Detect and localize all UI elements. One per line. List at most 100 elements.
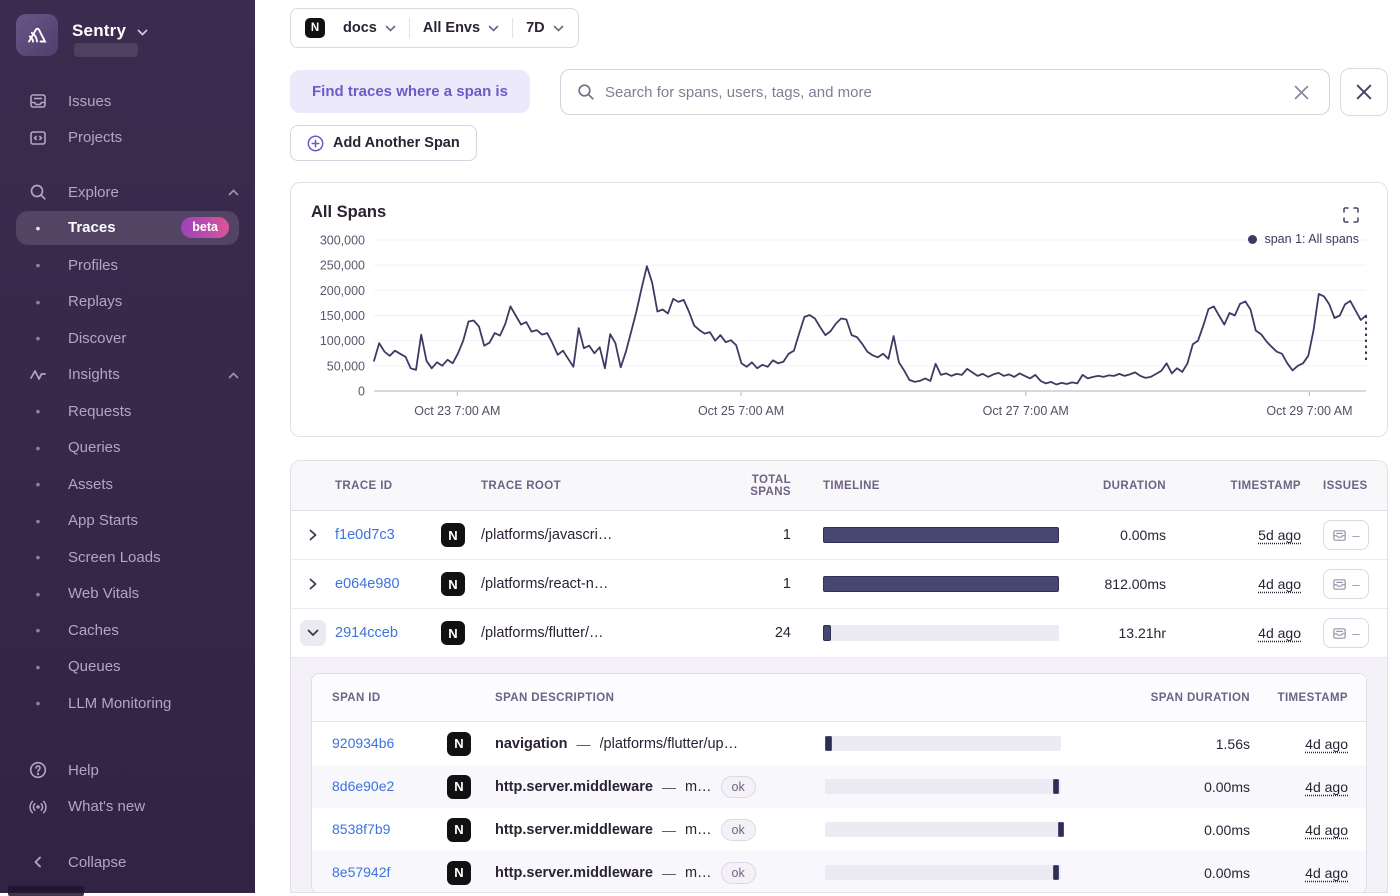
span-duration: 1.56s [1215,735,1250,752]
date-range-selector[interactable]: 7D [526,20,564,36]
sidebar-section-insights[interactable]: Insights [0,357,255,394]
add-another-span-button[interactable]: Add Another Span [290,125,477,161]
sidebar-item-web-vitals[interactable]: • Web Vitals [0,576,255,613]
timestamp[interactable]: 5d ago [1258,527,1301,543]
sidebar-item-llm-monitoring[interactable]: • LLM Monitoring [0,685,255,722]
svg-text:200,000: 200,000 [320,284,365,298]
chart-title: All Spans [311,203,387,221]
expand-chart-button[interactable] [1341,205,1361,228]
sidebar-item-assets[interactable]: • Assets [0,466,255,503]
divider [408,18,410,38]
span-desc-text: /platforms/flutter/up… [599,735,739,752]
chevron-left-icon [28,852,48,872]
span-id-link[interactable]: 920934b6 [332,735,394,751]
timestamp[interactable]: 4d ago [1305,865,1348,881]
sidebar-item-queues[interactable]: • Queues [0,649,255,686]
find-traces-label[interactable]: Find traces where a span is [290,70,530,113]
sidebar-item-traces[interactable]: • Traces beta [16,210,239,245]
sidebar-item-label: Issues [68,92,112,110]
sidebar-item-queries[interactable]: • Queries [0,430,255,467]
trace-row: f1e0d7c3 N /platforms/javascri… 1 0.00ms… [291,511,1387,560]
span-status-badge: ok [720,775,756,798]
col-header-timeline: Timeline [823,479,880,492]
sidebar-item-label: Help [68,761,99,779]
timestamp[interactable]: 4d ago [1305,822,1348,838]
chart-legend[interactable]: span 1: All spans [1248,232,1359,246]
nextjs-project-icon: N [447,731,471,756]
collapse-trace-button[interactable] [300,620,326,646]
sidebar-item-label: Projects [68,129,123,147]
spans-line-chart[interactable]: 0 50,000 100,000 150,000 200,000 250,000 300,0… [291,183,1387,436]
sidebar-item-label: App Starts [68,512,139,530]
svg-text:Oct 27 7:00 AM: Oct 27 7:00 AM [983,404,1069,418]
span-timeline-bar [825,865,1061,880]
sidebar-item-help[interactable]: Help [0,752,255,789]
bullet-icon: • [35,330,41,347]
issues-icon [1333,578,1347,590]
chevron-down-icon [488,25,499,32]
sidebar-item-label: Profiles [68,256,119,274]
span-id-link[interactable]: 8d6e90e2 [332,778,394,794]
sidebar-item-whats-new[interactable]: What's new [0,789,255,826]
total-spans: 1 [782,527,791,543]
span-id-link[interactable]: 8e57942f [332,864,390,880]
timestamp[interactable]: 4d ago [1305,736,1348,752]
remove-span-condition-button[interactable] [1340,68,1388,116]
org-name[interactable]: Sentry [72,21,126,41]
span-timeline-bar [825,822,1064,837]
nextjs-project-icon: N [305,18,325,38]
sidebar-item-replays[interactable]: • Replays [0,284,255,321]
issues-count-button[interactable]: – [1323,520,1369,550]
trace-id-link[interactable]: 2914cceb [335,625,398,641]
sidebar-item-profiles[interactable]: • Profiles [0,247,255,284]
sidebar-item-screen-loads[interactable]: • Screen Loads [0,539,255,576]
timestamp[interactable]: 4d ago [1305,779,1348,795]
sidebar-item-label: Caches [68,621,119,639]
trace-id-link[interactable]: f1e0d7c3 [335,527,395,543]
separator: — [661,821,676,838]
timestamp[interactable]: 4d ago [1258,576,1301,592]
sidebar-item-app-starts[interactable]: • App Starts [0,503,255,540]
timeline-bar [823,527,1059,543]
timestamp[interactable]: 4d ago [1258,625,1301,641]
bullet-icon: • [35,403,41,420]
sidebar-collapse-wrap: Collapse [0,844,255,881]
expand-trace-button[interactable] [303,574,323,594]
sidebar-item-label: Web Vitals [68,585,140,603]
sidebar-item-label: Traces [68,219,116,236]
clear-search-button[interactable] [1290,81,1313,104]
issues-icon [1333,529,1347,541]
collapse-button[interactable]: Collapse [0,844,255,881]
chevron-up-icon [228,183,239,201]
sidebar-item-requests[interactable]: • Requests [0,393,255,430]
sidebar-item-projects[interactable]: Projects [0,120,255,157]
expand-trace-button[interactable] [303,525,323,545]
trace-id-link[interactable]: e064e980 [335,576,400,592]
issues-count-button[interactable]: – [1323,569,1369,599]
section-label: Insights [68,366,120,384]
sidebar-item-discover[interactable]: • Discover [0,320,255,357]
expanded-spans-section: Span ID Span Description Span Duration T… [291,658,1387,892]
project-selector[interactable]: N docs [305,18,396,38]
issues-count-button[interactable]: – [1323,618,1369,648]
environment-selector[interactable]: All Envs [423,20,499,36]
bullet-icon: • [35,476,41,493]
traces-table: Trace ID Trace Root Total Spans Timeline… [290,460,1388,893]
sidebar-item-caches[interactable]: • Caches [0,612,255,649]
span-search-box [560,69,1330,115]
org-switcher[interactable]: Sentry [16,14,148,57]
legend-dot [1248,234,1258,244]
bullet-icon: • [35,695,41,712]
span-search-input[interactable] [605,83,1290,101]
sidebar-item-issues[interactable]: Issues [0,83,255,120]
svg-text:50,000: 50,000 [327,359,365,373]
sidebar-nav: Issues Projects Explore • Traces beta • … [0,83,255,722]
span-row: 8538f7b9 N http.server.middleware — m… o… [312,808,1366,851]
sidebar-section-explore[interactable]: Explore [0,174,255,211]
col-header-span-id: Span ID [332,691,381,704]
span-id-link[interactable]: 8538f7b9 [332,821,390,837]
total-spans: 1 [782,576,791,592]
legend-label: span 1: All spans [1264,232,1359,246]
spans-table-header: Span ID Span Description Span Duration T… [312,674,1366,722]
trace-row: e064e980 N /platforms/react-n… 1 812.00m… [291,560,1387,609]
